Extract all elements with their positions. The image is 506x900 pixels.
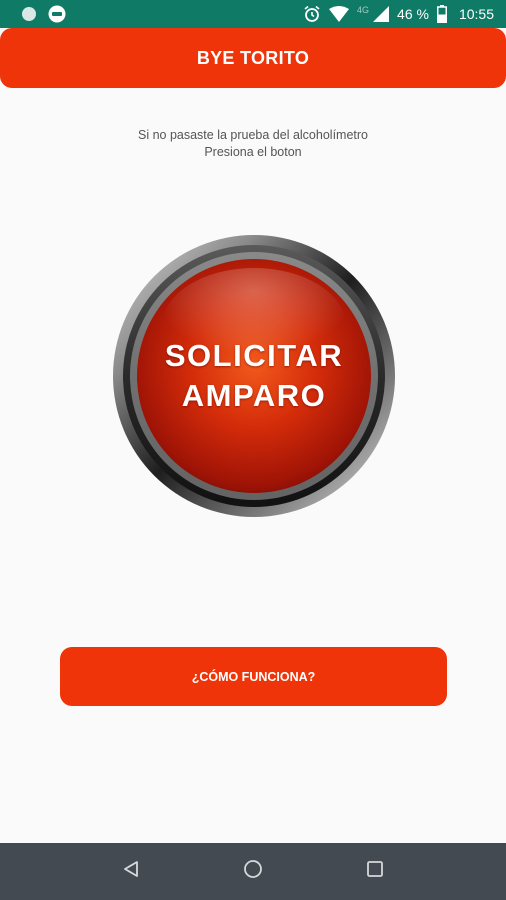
- network-type-label: 4G: [357, 5, 370, 15]
- home-button[interactable]: [233, 852, 273, 892]
- instruction-line-2: Presiona el boton: [204, 145, 302, 159]
- clock: 10:55: [458, 6, 494, 22]
- navigation-bar: [0, 843, 506, 900]
- instruction-text: Si no pasaste la prueba del alcoholímetr…: [0, 127, 506, 161]
- app-title: BYE TORITO: [196, 47, 310, 68]
- recents-button[interactable]: [355, 852, 395, 892]
- battery-percent: 46 %: [397, 6, 429, 22]
- wifi-icon: [329, 6, 350, 22]
- home-icon: [243, 859, 263, 884]
- status-bar: 4G 46 % 10:55: [0, 0, 506, 28]
- back-icon: [122, 860, 140, 883]
- solicitar-amparo-button[interactable]: SOLICITAR AMPARO: [112, 234, 396, 518]
- como-funciona-button[interactable]: ¿CÓMO FUNCIONA?: [60, 647, 447, 706]
- alarm-icon: [303, 5, 321, 23]
- red-panic-button-graphic: [113, 235, 395, 517]
- status-left: [22, 5, 66, 23]
- notification-dot-icon: [22, 7, 36, 21]
- app-bar: BYE TORITO: [0, 28, 506, 88]
- app-icon: [48, 5, 66, 23]
- status-right: 4G 46 % 10:55: [303, 5, 494, 23]
- como-funciona-label: ¿CÓMO FUNCIONA?: [191, 669, 316, 684]
- battery-icon: [436, 5, 447, 23]
- signal-icon: [373, 6, 390, 22]
- back-button[interactable]: [111, 852, 151, 892]
- recents-icon: [366, 860, 384, 883]
- instruction-line-1: Si no pasaste la prueba del alcoholímetr…: [137, 128, 368, 142]
